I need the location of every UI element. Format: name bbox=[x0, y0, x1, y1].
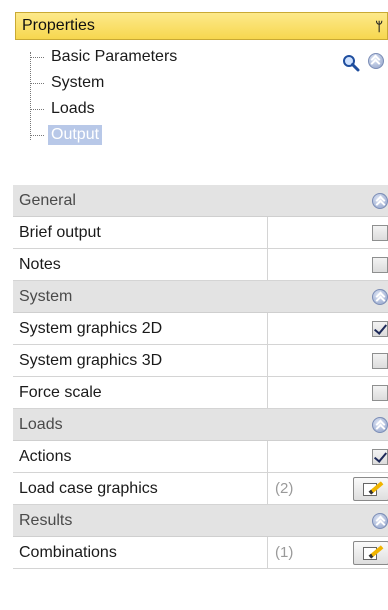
notes-checkbox[interactable] bbox=[372, 257, 388, 273]
table-row: Force scale bbox=[13, 377, 388, 409]
section-title: Loads bbox=[19, 416, 63, 433]
table-row: Load case graphics (2) bbox=[13, 473, 388, 505]
tree-item-output[interactable]: Output bbox=[30, 124, 103, 146]
property-label: Brief output bbox=[19, 224, 101, 241]
combinations-edit-button[interactable] bbox=[353, 541, 388, 565]
double-chevron-up-icon[interactable] bbox=[372, 417, 388, 433]
section-title: General bbox=[19, 192, 76, 209]
double-chevron-up-icon[interactable] bbox=[372, 193, 388, 209]
tree-item-label: System bbox=[51, 74, 105, 91]
double-chevron-up-icon[interactable] bbox=[372, 289, 388, 305]
double-chevron-up-icon bbox=[368, 53, 384, 69]
actions-checkbox[interactable] bbox=[372, 449, 388, 465]
section-title: System bbox=[19, 288, 73, 305]
pin-icon[interactable]: ᛘ bbox=[375, 19, 383, 34]
navigation-tree: Basic Parameters System Loads Output bbox=[30, 46, 250, 156]
tree-item-label: Output bbox=[48, 125, 103, 145]
table-row: System graphics 3D bbox=[13, 345, 388, 377]
section-loads[interactable]: Loads bbox=[13, 409, 388, 441]
tree-item-loads[interactable]: Loads bbox=[30, 98, 98, 120]
item-count: (2) bbox=[275, 480, 294, 497]
double-chevron-up-icon[interactable] bbox=[372, 513, 388, 529]
table-row: Notes bbox=[13, 249, 388, 281]
property-label: Load case graphics bbox=[19, 480, 158, 497]
section-general[interactable]: General bbox=[13, 185, 388, 217]
property-label: Actions bbox=[19, 448, 72, 465]
property-label: System graphics 3D bbox=[19, 352, 163, 369]
tree-item-system[interactable]: System bbox=[30, 72, 107, 94]
property-grid: General Brief output Notes System System… bbox=[13, 185, 388, 569]
table-row: Combinations (1) bbox=[13, 537, 388, 569]
force-scale-checkbox[interactable] bbox=[372, 385, 388, 401]
tree-item-label: Basic Parameters bbox=[51, 48, 178, 65]
property-label: Force scale bbox=[19, 384, 102, 401]
panel-title: Properties bbox=[22, 17, 95, 34]
table-row: Brief output bbox=[13, 217, 388, 249]
section-system[interactable]: System bbox=[13, 281, 388, 313]
property-label: Combinations bbox=[19, 544, 117, 561]
system-graphics-2d-checkbox[interactable] bbox=[372, 321, 388, 337]
table-row: Actions bbox=[13, 441, 388, 473]
collapse-all-button[interactable] bbox=[368, 53, 384, 69]
table-row: System graphics 2D bbox=[13, 313, 388, 345]
tree-item-basic-parameters[interactable]: Basic Parameters bbox=[30, 46, 180, 68]
property-label: Notes bbox=[19, 256, 61, 273]
properties-header: Properties ᛘ bbox=[15, 12, 388, 40]
section-results[interactable]: Results bbox=[13, 505, 388, 537]
item-count: (1) bbox=[275, 544, 294, 561]
system-graphics-3d-checkbox[interactable] bbox=[372, 353, 388, 369]
section-title: Results bbox=[19, 512, 73, 529]
property-label: System graphics 2D bbox=[19, 320, 163, 337]
tree-item-label: Loads bbox=[51, 100, 95, 117]
brief-output-checkbox[interactable] bbox=[372, 225, 388, 241]
load-case-graphics-edit-button[interactable] bbox=[353, 477, 388, 501]
search-icon[interactable] bbox=[342, 54, 360, 77]
